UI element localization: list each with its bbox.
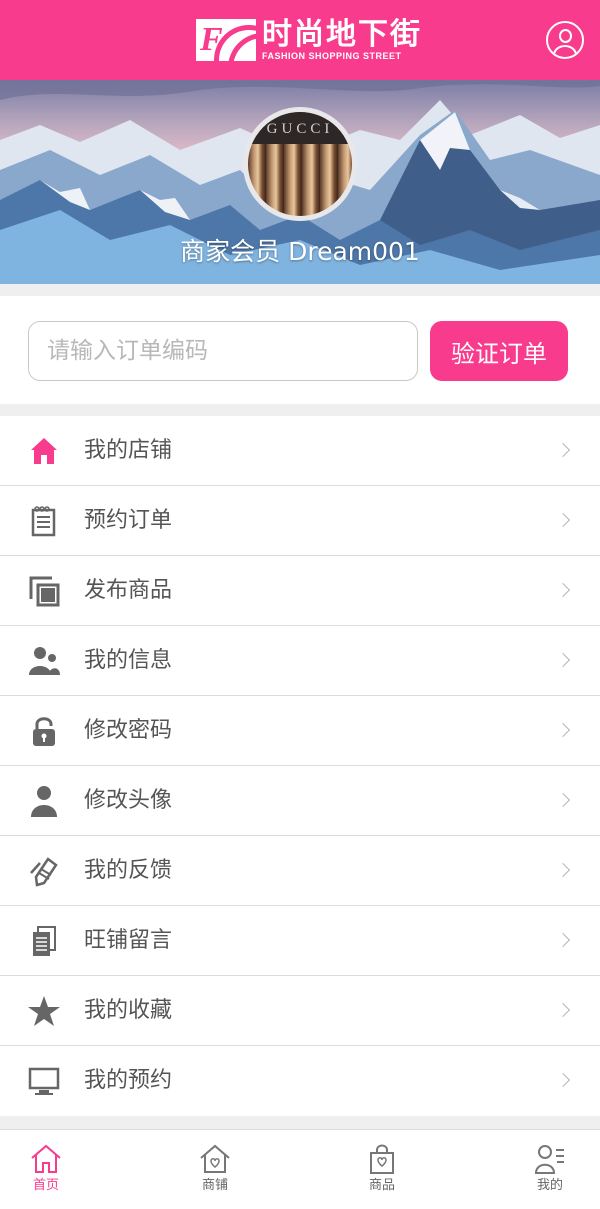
menu-item-label: 预约订单 [84,508,173,533]
chevron-right-icon [555,512,571,528]
tab-shops[interactable]: 商铺 [175,1130,255,1209]
star-icon [28,996,60,1026]
tab-products[interactable]: 商品 [342,1130,422,1209]
chevron-right-icon [555,1072,571,1088]
order-code-input[interactable] [28,321,418,381]
tab-label: 商品 [368,1178,395,1193]
verify-order-section: 验证订单 [0,296,600,404]
chevron-right-icon [555,862,571,878]
menu-item-my-feedback[interactable]: 我的反馈 [0,836,600,906]
menu-item-label: 我的信息 [84,648,173,673]
copy-icon [29,576,60,607]
menu-item-my-favorites[interactable]: 我的收藏 [0,976,600,1046]
menu-list: 我的店铺 预约订单 发布商品 我的信息 修改密码 修改头像 我的反馈 旺铺留言 … [0,416,600,1116]
avatar-brand-text: GUCCI [266,121,334,137]
menu-item-publish-product[interactable]: 发布商品 [0,556,600,626]
logo-english-text: FASHION SHOPPING STREET [262,51,402,61]
menu-item-my-reservations[interactable]: 我的预约 [0,1046,600,1116]
menu-item-my-info[interactable]: 我的信息 [0,626,600,696]
menu-item-label: 旺铺留言 [84,928,173,953]
chevron-right-icon [555,652,571,668]
logo-chinese-text: 时尚地下街 [262,17,422,52]
chevron-right-icon [555,792,571,808]
chevron-right-icon [555,582,571,598]
menu-item-label: 我的店铺 [84,438,173,463]
verify-order-button[interactable]: 验证订单 [430,321,568,381]
profile-list-icon [534,1145,564,1174]
chevron-right-icon [555,932,571,948]
home-icon [31,438,57,464]
menu-item-reservation-orders[interactable]: 预约订单 [0,486,600,556]
tab-label: 我的 [536,1178,563,1193]
home-outline-icon [31,1144,61,1173]
avatar[interactable]: GUCCI [243,107,357,221]
menu-item-my-shop[interactable]: 我的店铺 [0,416,600,486]
menu-item-label: 修改密码 [84,718,173,743]
tab-mine[interactable]: 我的 [510,1130,590,1209]
shop-icon [200,1144,230,1173]
menu-item-label: 发布商品 [84,578,173,603]
menu-item-label: 修改头像 [84,788,173,813]
chevron-right-icon [555,1002,571,1018]
shopping-bag-icon [370,1144,394,1174]
menu-item-shop-messages[interactable]: 旺铺留言 [0,906,600,976]
menu-item-label: 我的收藏 [84,998,173,1023]
tab-label: 商铺 [201,1178,228,1193]
bottom-tab-bar: 首页 商铺 商品 我的 [0,1129,600,1209]
user-circle-icon[interactable] [546,21,584,59]
app-header: F 时尚地下街 FASHION SHOPPING STREET [0,0,600,80]
person-icon [31,786,57,817]
logo-mark-icon: F [196,19,256,61]
tab-home[interactable]: 首页 [6,1130,86,1209]
users-icon [29,647,60,675]
menu-item-label: 我的反馈 [84,858,173,883]
notepad-icon [31,506,56,537]
lock-icon [33,717,55,746]
tab-label: 首页 [32,1178,59,1193]
menu-item-change-password[interactable]: 修改密码 [0,696,600,766]
chevron-right-icon [555,442,571,458]
profile-banner: GUCCI 商家会员 Dream001 [0,80,600,284]
member-label: 商家会员 Dream001 [180,237,420,266]
chevron-right-icon [555,722,571,738]
menu-item-label: 我的预约 [84,1068,173,1093]
document-icon [33,926,56,956]
menu-item-change-avatar[interactable]: 修改头像 [0,766,600,836]
monitor-icon [28,1067,60,1095]
app-logo[interactable]: F 时尚地下街 FASHION SHOPPING STREET [196,18,422,62]
pen-icon [30,857,58,887]
